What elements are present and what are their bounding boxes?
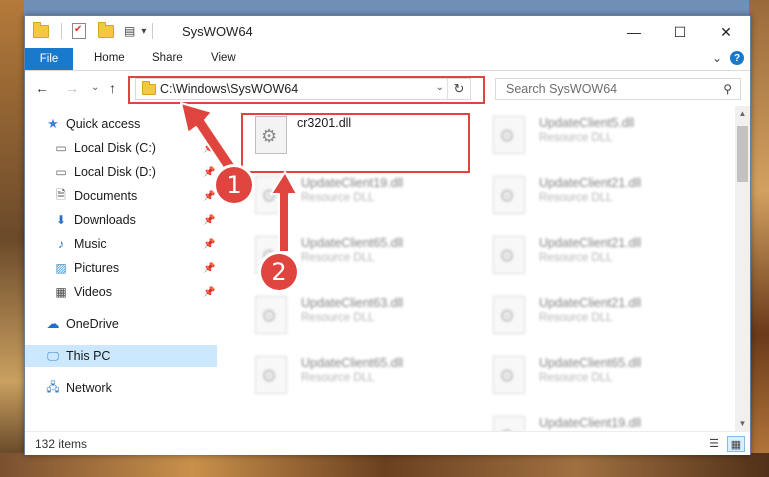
arrow-2	[270, 171, 298, 253]
callout-2: 2	[261, 254, 297, 290]
annotation-arrows	[180, 102, 298, 253]
callout-1: 1	[216, 167, 252, 203]
arrow-1	[180, 102, 237, 173]
